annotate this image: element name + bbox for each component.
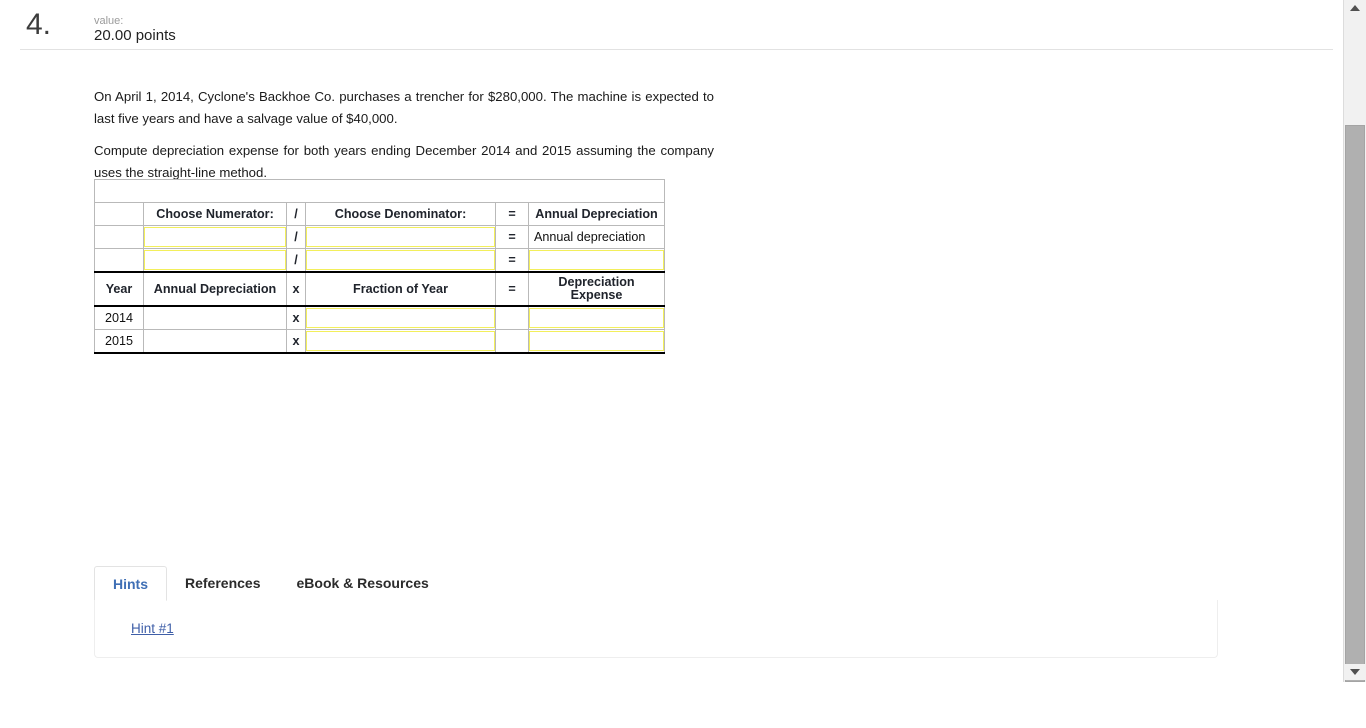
table2-row2-operator: x: [286, 329, 306, 354]
question-paragraph-2: Compute depreciation expense for both ye…: [94, 143, 714, 180]
table1-row2-numerator-cell[interactable]: [143, 248, 287, 273]
table1-row1-numerator-cell[interactable]: [143, 225, 287, 249]
table1-header-equals: =: [495, 202, 529, 226]
table2-row1-year: 2014: [94, 305, 144, 330]
table2-row1-operator: x: [286, 305, 306, 330]
question-text: On April 1, 2014, Cyclone's Backhoe Co. …: [94, 86, 714, 194]
table2-row2-equals: [495, 329, 529, 354]
table1-row2-operator: /: [286, 248, 306, 273]
depreciation-worksheet: Choose Numerator: / Choose Denominator: …: [94, 179, 665, 354]
table2-row1-equals: [495, 305, 529, 330]
table1-header-numerator: Choose Numerator:: [143, 202, 287, 226]
denominator-input-1[interactable]: [306, 227, 495, 247]
table1-header-divide: /: [286, 202, 306, 226]
table2-row2-expense-cell[interactable]: [528, 329, 665, 354]
scrollbar-thumb[interactable]: [1345, 125, 1365, 682]
tab-hints[interactable]: Hints: [94, 566, 167, 601]
table1-row1-denominator-cell[interactable]: [305, 225, 496, 249]
depreciation-expense-input-2015[interactable]: [529, 331, 664, 351]
table1-row1-equals: =: [495, 225, 529, 249]
question-header: 4. value: 20.00 points: [0, 0, 1334, 50]
worksheet-title-bar-cell: [94, 179, 665, 203]
table2-row2-fraction-cell[interactable]: [305, 329, 496, 354]
table2-header-fraction: Fraction of Year: [305, 271, 496, 307]
worksheet-title-bar: [94, 179, 665, 203]
table-row: 2015 x: [94, 329, 665, 354]
fraction-of-year-input-2015[interactable]: [306, 331, 495, 351]
table-row: / = Annual depreciation: [94, 225, 665, 249]
table2-row1-annual-depreciation: [143, 305, 287, 330]
fraction-of-year-input-2014[interactable]: [306, 308, 495, 328]
numerator-input-2[interactable]: [144, 250, 286, 270]
hints-panel: Hint #1: [94, 600, 1218, 658]
table2-row1-expense-cell[interactable]: [528, 305, 665, 330]
value-label: value:: [94, 15, 124, 27]
table1-row2-denominator-cell[interactable]: [305, 248, 496, 273]
table1-row2-result-cell[interactable]: [528, 248, 665, 273]
scroll-down-arrow-icon[interactable]: [1344, 664, 1366, 680]
annual-depreciation-result-input[interactable]: [529, 250, 664, 270]
tab-references[interactable]: References: [167, 566, 279, 601]
hint-1-link[interactable]: Hint #1: [131, 621, 174, 636]
question-paragraph-1: On April 1, 2014, Cyclone's Backhoe Co. …: [94, 89, 714, 126]
table1-row2-equals: =: [495, 248, 529, 273]
worksheet-table: Choose Numerator: / Choose Denominator: …: [94, 179, 665, 354]
depreciation-expense-input-2014[interactable]: [529, 308, 664, 328]
table-row: 2014 x: [94, 305, 665, 330]
tab-ebook-resources[interactable]: eBook & Resources: [279, 566, 447, 601]
scroll-up-arrow-icon[interactable]: [1344, 0, 1366, 16]
table2-row1-fraction-cell[interactable]: [305, 305, 496, 330]
table1-row2-label: [94, 248, 144, 273]
table1-row1-result-text: Annual depreciation: [528, 225, 665, 249]
page-content: 4. value: 20.00 points On April 1, 2014,…: [0, 0, 1334, 728]
table1-header-denominator: Choose Denominator:: [305, 202, 496, 226]
table2-header-expense-line2: Expense: [570, 288, 623, 302]
table2-row2-annual-depreciation: [143, 329, 287, 354]
vertical-scrollbar[interactable]: [1334, 0, 1366, 728]
table2-header-annual-depreciation: Annual Depreciation: [143, 271, 287, 307]
numerator-input-1[interactable]: [144, 227, 286, 247]
table2-header-year: Year: [94, 271, 144, 307]
table1-row1-label: [94, 225, 144, 249]
table2-header-equals: =: [495, 271, 529, 307]
header-divider: [20, 49, 1333, 50]
denominator-input-2[interactable]: [306, 250, 495, 270]
question-number: 4.: [26, 8, 52, 41]
question-points: 20.00 points: [94, 27, 176, 44]
table1-header-result: Annual Depreciation: [528, 202, 665, 226]
table2-header-times: x: [286, 271, 306, 307]
table2-row2-year: 2015: [94, 329, 144, 354]
table1-row1-operator: /: [286, 225, 306, 249]
table2-header-row: Year Annual Depreciation x Fraction of Y…: [94, 271, 665, 307]
table1-header-row: Choose Numerator: / Choose Denominator: …: [94, 202, 665, 226]
table-row: / =: [94, 248, 665, 273]
table1-header-blank: [94, 202, 144, 226]
table2-header-expense: Depreciation Expense: [528, 271, 665, 307]
resource-tabs: Hints References eBook & Resources: [94, 566, 1218, 602]
